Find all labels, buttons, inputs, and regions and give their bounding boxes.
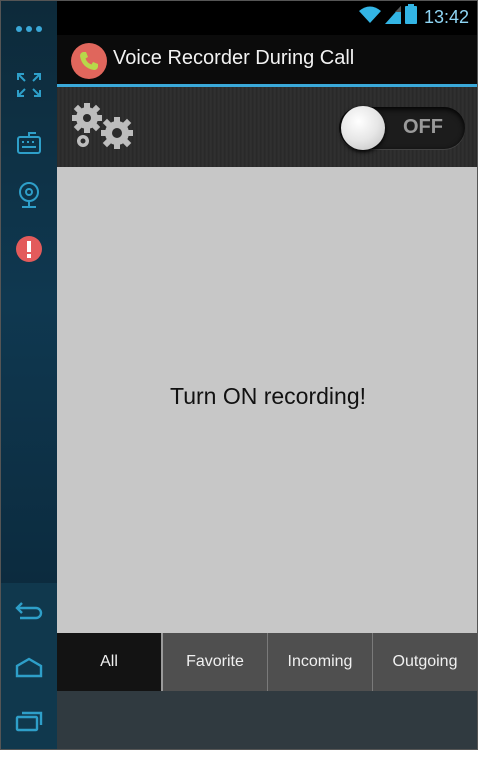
recents-icon[interactable]	[13, 707, 45, 735]
app-title: Voice Recorder During Call	[113, 47, 355, 69]
switch-state-label: OFF	[403, 116, 443, 138]
tab-all[interactable]: All	[57, 633, 161, 691]
status-bar: 13:42	[57, 1, 477, 35]
device-frame: 13:42 Voice Recorder During Call OFF Tur…	[0, 0, 478, 750]
status-time: 13:42	[423, 7, 469, 27]
tab-outgoing[interactable]: Outgoing	[372, 633, 477, 691]
phone-handset-icon	[71, 43, 107, 79]
tab-favorite[interactable]: Favorite	[161, 633, 267, 691]
signal-icon	[385, 6, 401, 28]
action-bar: Voice Recorder During Call	[57, 35, 477, 87]
empty-state-message: Turn ON recording!	[170, 383, 366, 409]
filter-tabs: All Favorite Incoming Outgoing	[57, 633, 477, 691]
alert-icon[interactable]	[13, 235, 45, 263]
settings-toolbar: OFF	[57, 87, 477, 167]
recording-toggle-switch[interactable]: OFF	[339, 106, 465, 150]
keyboard-icon[interactable]	[13, 129, 45, 157]
recordings-list-area: Turn ON recording!	[57, 167, 477, 633]
more-dots-icon[interactable]	[13, 15, 45, 43]
gears-icon[interactable]	[69, 101, 141, 151]
back-icon[interactable]	[13, 597, 45, 625]
status-icons	[359, 4, 417, 28]
switch-knob[interactable]	[341, 106, 385, 150]
battery-icon	[405, 4, 417, 28]
fullscreen-icon[interactable]	[13, 71, 45, 99]
emulator-sidebar	[1, 1, 57, 749]
bottom-strip	[57, 691, 477, 749]
wifi-icon	[359, 6, 381, 28]
camera-icon[interactable]	[13, 181, 45, 209]
tab-incoming[interactable]: Incoming	[267, 633, 372, 691]
home-icon[interactable]	[13, 653, 45, 681]
